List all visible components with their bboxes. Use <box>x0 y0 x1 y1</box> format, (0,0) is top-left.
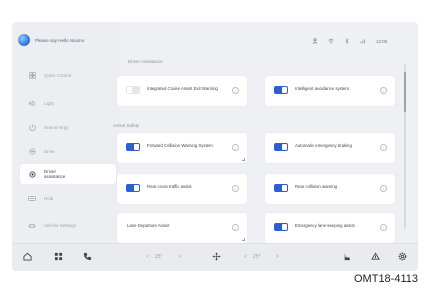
card-rear-cross-traffic-assist[interactable]: Rear cross traffic assist i <box>117 174 247 204</box>
sidebar-item-label: New Energy <box>44 124 69 130</box>
sidebar-item-drive[interactable]: Drive <box>20 143 116 159</box>
card-label: Integrated Cruise Assist Exit Warning <box>147 86 218 91</box>
phone-icon[interactable] <box>83 252 92 261</box>
sidebar-item-label: Quick Control <box>44 72 72 78</box>
toggle-switch[interactable] <box>126 86 140 94</box>
section-title-driver-assistance: Driver Assistance <box>128 59 163 64</box>
card-label: Intelligent avoidance system <box>295 86 349 91</box>
info-icon[interactable]: i <box>232 185 239 192</box>
settings-icon[interactable] <box>398 252 407 261</box>
seat-heat-icon[interactable] <box>342 252 351 261</box>
card-label: Lane Departure Assist <box>127 223 170 228</box>
card-integrated-cruise-exit-warning[interactable]: Integrated Cruise Assist Exit Warning i <box>117 76 247 106</box>
bottom-bar: < 25° > < 25° > <box>12 243 418 271</box>
person-icon[interactable] <box>312 38 318 44</box>
sidebar-item-vehicle-settings[interactable]: Vehicle Settings <box>20 217 116 233</box>
sidebar-item-quick-control[interactable]: Quick Control <box>20 67 116 83</box>
sidebar: Please say Hello Nuomo Quick Control Lig… <box>12 22 120 243</box>
scrollbar-thumb[interactable] <box>404 72 406 112</box>
new-energy-icon <box>28 123 36 131</box>
info-icon[interactable]: i <box>380 185 387 192</box>
sidebar-item-new-energy[interactable]: New Energy <box>20 119 116 135</box>
expand-corner-icon <box>242 158 245 161</box>
card-lane-departure-assist[interactable]: Lane Departure Assist i <box>117 213 247 243</box>
left-temperature: 25° <box>155 254 163 260</box>
toggle-switch[interactable] <box>274 184 288 192</box>
figure-code: OMT18-4113 <box>354 273 418 285</box>
clock: 12:00 <box>376 38 388 44</box>
toggle-switch[interactable] <box>126 184 140 192</box>
signal-icon <box>360 38 366 44</box>
voice-prompt: Please say Hello Nuomo <box>35 37 85 43</box>
card-label: Emergency lane-keeping assist <box>295 223 355 228</box>
toggle-switch[interactable] <box>126 143 140 151</box>
sidebar-item-label: Drive <box>44 148 55 154</box>
sidebar-item-driver-assistance[interactable]: Driver assistance <box>20 164 116 184</box>
card-label: Automatic emergency braking <box>295 143 352 148</box>
sidebar-item-hold[interactable]: Hold <box>20 190 116 206</box>
card-automatic-emergency-braking[interactable]: Automatic emergency braking i <box>265 133 395 163</box>
toggle-switch[interactable] <box>274 223 288 231</box>
right-temp-increase[interactable]: > <box>276 254 279 260</box>
card-forward-collision-warning[interactable]: Forward Collision Warning System i <box>117 133 247 163</box>
infotainment-screen: Please say Hello Nuomo Quick Control Lig… <box>12 22 418 271</box>
windshield-defrost-icon[interactable] <box>371 252 380 261</box>
apps-icon[interactable] <box>54 252 63 261</box>
hold-icon <box>28 194 36 202</box>
card-label: Rear collision warning <box>295 184 338 189</box>
card-emergency-lane-keeping[interactable]: Emergency lane-keeping assist i <box>265 213 395 243</box>
light-icon <box>28 99 36 107</box>
voice-assistant-icon <box>18 34 30 46</box>
voice-assistant[interactable]: Please say Hello Nuomo <box>18 33 118 47</box>
info-icon[interactable]: i <box>380 87 387 94</box>
drive-icon <box>28 147 36 155</box>
right-temperature: 25° <box>253 254 261 260</box>
sidebar-item-label: Vehicle Settings <box>44 222 77 228</box>
info-icon[interactable]: i <box>232 144 239 151</box>
info-icon[interactable]: i <box>380 144 387 151</box>
toggle-switch[interactable] <box>274 86 288 94</box>
info-icon[interactable]: i <box>232 224 239 231</box>
left-temp-increase[interactable]: > <box>178 254 181 260</box>
sidebar-item-label: Hold <box>44 195 54 201</box>
sidebar-item-label: Light <box>44 100 54 106</box>
left-temp-decrease[interactable]: < <box>146 254 149 260</box>
sidebar-item-label: Driver assistance <box>44 169 66 179</box>
home-icon[interactable] <box>23 252 32 261</box>
card-label: Rear cross traffic assist <box>147 184 192 189</box>
bluetooth-icon[interactable] <box>344 38 350 44</box>
expand-corner-icon <box>242 238 245 241</box>
quick-control-icon <box>28 71 36 79</box>
scrollbar[interactable] <box>404 64 406 229</box>
info-icon[interactable]: i <box>380 224 387 231</box>
sidebar-item-light[interactable]: Light <box>20 95 116 111</box>
section-title-active-safety: Active Safety <box>113 123 140 128</box>
card-intelligent-avoidance[interactable]: Intelligent avoidance system i <box>265 76 395 106</box>
wifi-icon[interactable] <box>328 38 334 44</box>
info-icon[interactable]: i <box>232 87 239 94</box>
driver-assistance-icon <box>28 170 36 178</box>
toggle-switch[interactable] <box>274 143 288 151</box>
vehicle-settings-icon <box>28 221 36 229</box>
right-temp-decrease[interactable]: < <box>244 254 247 260</box>
fan-icon[interactable] <box>212 252 221 261</box>
card-rear-collision-warning[interactable]: Rear collision warning i <box>265 174 395 204</box>
card-label: Forward Collision Warning System <box>147 143 213 148</box>
status-bar: 12:00 <box>312 36 414 46</box>
